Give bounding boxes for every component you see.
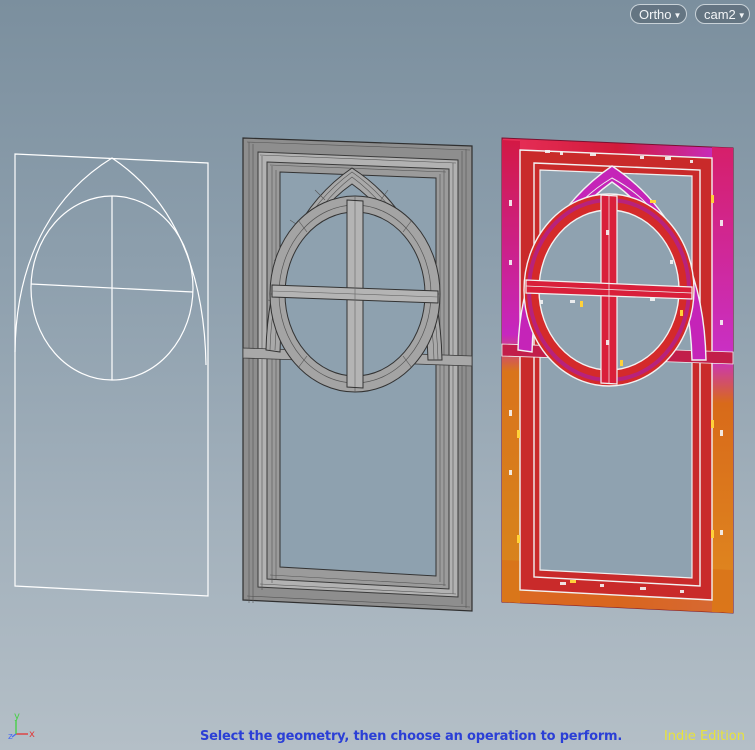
wireframe-window-outline[interactable] [14, 153, 209, 597]
status-message: Select the geometry, then choose an oper… [200, 729, 623, 744]
geometry-scene[interactable] [0, 0, 755, 750]
chevron-down-icon: ▼ [673, 10, 682, 20]
axis-y-label: y [14, 711, 20, 722]
chevron-down-icon: ▼ [737, 10, 746, 20]
axis-z-label: z [8, 732, 13, 740]
camera-menu-label: cam2 [704, 7, 736, 22]
axis-gizmo-icon: x y z [8, 711, 35, 740]
camera-menu-button[interactable]: cam2 ▼ [695, 4, 750, 24]
edition-label: Indie Edition [663, 729, 745, 744]
scene-viewport[interactable]: Ortho ▼ cam2 ▼ x y z Select the geometry, … [0, 0, 755, 750]
uv-colored-window-model[interactable] [501, 137, 734, 614]
projection-menu-label: Ortho [639, 7, 672, 22]
solid-window-model[interactable] [242, 137, 473, 612]
projection-menu-button[interactable]: Ortho ▼ [630, 4, 687, 24]
axis-x-label: x [29, 729, 35, 740]
